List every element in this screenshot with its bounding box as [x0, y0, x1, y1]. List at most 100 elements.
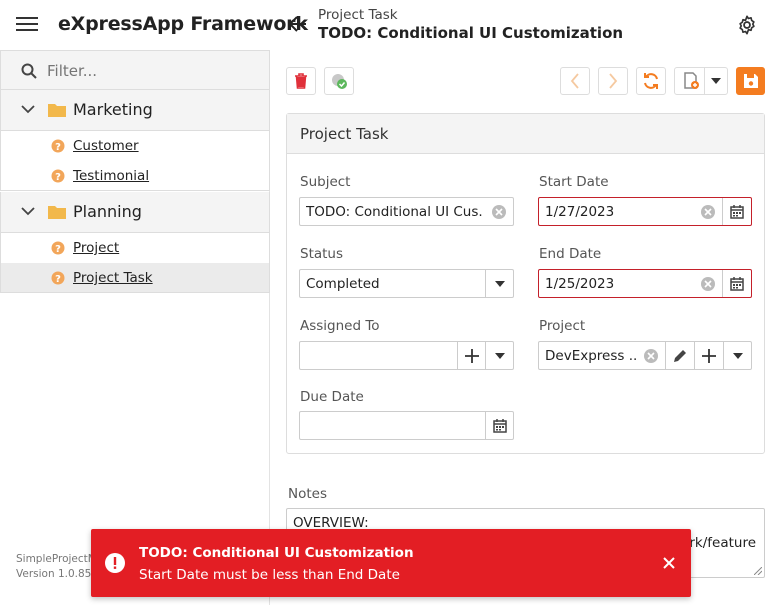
plus-icon	[464, 348, 479, 363]
status-label: Status	[300, 246, 344, 262]
filter-input[interactable]	[47, 60, 247, 82]
calendar-button[interactable]	[485, 412, 513, 439]
nav-group-planning[interactable]: Planning	[0, 192, 270, 233]
chevron-down-icon	[21, 207, 35, 216]
sidebar-item-project-task[interactable]: ? Project Task	[0, 263, 270, 293]
start-date-value: 1/27/2023	[545, 204, 615, 220]
previous-button[interactable]	[560, 67, 590, 95]
project-value: DevExpress ...	[545, 348, 637, 364]
dropdown-arrow-icon	[494, 280, 505, 287]
clear-icon[interactable]	[643, 348, 659, 364]
sidebar-item-testimonial[interactable]: ? Testimonial	[0, 161, 270, 191]
gear-icon[interactable]	[736, 14, 758, 36]
filter-box	[0, 50, 270, 90]
assigned-to-lookup[interactable]	[299, 341, 514, 370]
validate-icon	[332, 74, 347, 89]
subject-value: TODO: Conditional UI Cus...	[306, 204, 484, 220]
clear-icon[interactable]	[700, 204, 716, 220]
sidebar: Marketing ? Customer ? Testimonial Plann…	[0, 50, 270, 605]
business-object-icon: ?	[51, 139, 65, 153]
sidebar-item-label: Project Task	[73, 270, 153, 286]
breadcrumb: Project Task	[318, 7, 398, 23]
sidebar-item-label: Testimonial	[73, 168, 150, 184]
svg-text:?: ?	[55, 274, 61, 285]
error-icon	[105, 553, 125, 573]
trash-icon	[295, 73, 307, 89]
page-title: TODO: Conditional UI Customization	[318, 24, 624, 42]
top-bar: eXpressApp Framework Project Task TODO: …	[0, 0, 781, 50]
add-button[interactable]	[694, 342, 723, 369]
clear-icon[interactable]	[700, 276, 716, 292]
status-select[interactable]: Completed	[299, 269, 514, 298]
sidebar-item-label: Project	[73, 240, 120, 256]
clear-icon[interactable]	[491, 204, 507, 220]
search-icon	[21, 63, 37, 79]
version-text: Version 1.0.859	[16, 568, 99, 580]
dropdown-arrow-icon	[494, 352, 505, 359]
project-task-panel: Project Task Subject TODO: Conditional U…	[286, 113, 765, 454]
due-date-label: Due Date	[300, 389, 364, 405]
business-object-icon: ?	[51, 241, 65, 255]
sidebar-item-customer[interactable]: ? Customer	[0, 131, 270, 161]
end-date-label: End Date	[539, 246, 602, 262]
dropdown-arrow-icon	[711, 78, 721, 84]
chevron-left-icon	[570, 73, 579, 89]
close-icon[interactable]	[661, 555, 677, 571]
notes-line: rk/feature	[689, 535, 756, 551]
end-date-field[interactable]: 1/25/2023	[538, 269, 752, 298]
delete-button[interactable]	[286, 67, 316, 95]
chevron-down-icon	[21, 105, 35, 114]
calendar-icon	[492, 418, 507, 433]
app-title: eXpressApp Framework	[58, 13, 308, 35]
business-object-icon: ?	[51, 271, 65, 285]
next-button[interactable]	[598, 67, 628, 95]
save-icon	[743, 74, 758, 88]
toast-message: Start Date must be less than End Date	[139, 567, 400, 583]
new-object-split-button[interactable]	[674, 67, 728, 95]
plus-icon	[702, 348, 716, 363]
dropdown-button[interactable]	[485, 342, 513, 369]
pencil-icon	[674, 349, 686, 362]
assigned-to-label: Assigned To	[300, 318, 380, 334]
dropdown-arrow-icon	[732, 352, 743, 359]
dropdown-button[interactable]	[485, 270, 513, 297]
add-button[interactable]	[457, 342, 485, 369]
new-document-icon	[684, 72, 699, 89]
toast-title: TODO: Conditional UI Customization	[139, 545, 414, 561]
nav-group-marketing[interactable]: Marketing	[0, 90, 270, 131]
validate-button[interactable]	[324, 67, 354, 95]
panel-header: Project Task	[287, 114, 764, 154]
sidebar-item-project[interactable]: ? Project	[0, 233, 270, 263]
save-button[interactable]	[736, 67, 765, 95]
project-lookup[interactable]: DevExpress ...	[538, 341, 752, 370]
end-date-value: 1/25/2023	[545, 276, 615, 292]
start-date-field[interactable]: 1/27/2023	[538, 197, 752, 226]
svg-text:?: ?	[55, 142, 61, 153]
folder-icon	[48, 104, 66, 117]
calendar-icon	[730, 204, 744, 219]
project-label: Project	[539, 318, 586, 334]
dropdown-button[interactable]	[723, 342, 751, 369]
nav-group-label: Marketing	[73, 100, 153, 119]
error-toast: TODO: Conditional UI Customization Start…	[91, 529, 691, 597]
nav-group-label: Planning	[73, 202, 142, 221]
start-date-label: Start Date	[539, 174, 609, 190]
due-date-field[interactable]	[299, 411, 514, 440]
status-value: Completed	[306, 276, 380, 292]
refresh-button[interactable]	[636, 67, 666, 95]
calendar-button[interactable]	[722, 198, 751, 225]
resize-handle-icon[interactable]	[754, 567, 762, 575]
calendar-button[interactable]	[722, 270, 751, 297]
chevron-right-icon	[609, 73, 618, 89]
folder-icon	[48, 206, 66, 219]
svg-text:?: ?	[55, 172, 61, 183]
panel-title: Project Task	[300, 125, 389, 143]
back-arrow-icon[interactable]	[288, 14, 308, 34]
subject-field[interactable]: TODO: Conditional UI Cus...	[299, 197, 514, 226]
subject-label: Subject	[300, 174, 351, 190]
app-name-text: SimpleProjectM	[16, 553, 97, 565]
sidebar-item-label: Customer	[73, 138, 139, 154]
edit-button[interactable]	[665, 342, 694, 369]
menu-icon[interactable]	[16, 14, 38, 34]
notes-label: Notes	[288, 486, 327, 502]
